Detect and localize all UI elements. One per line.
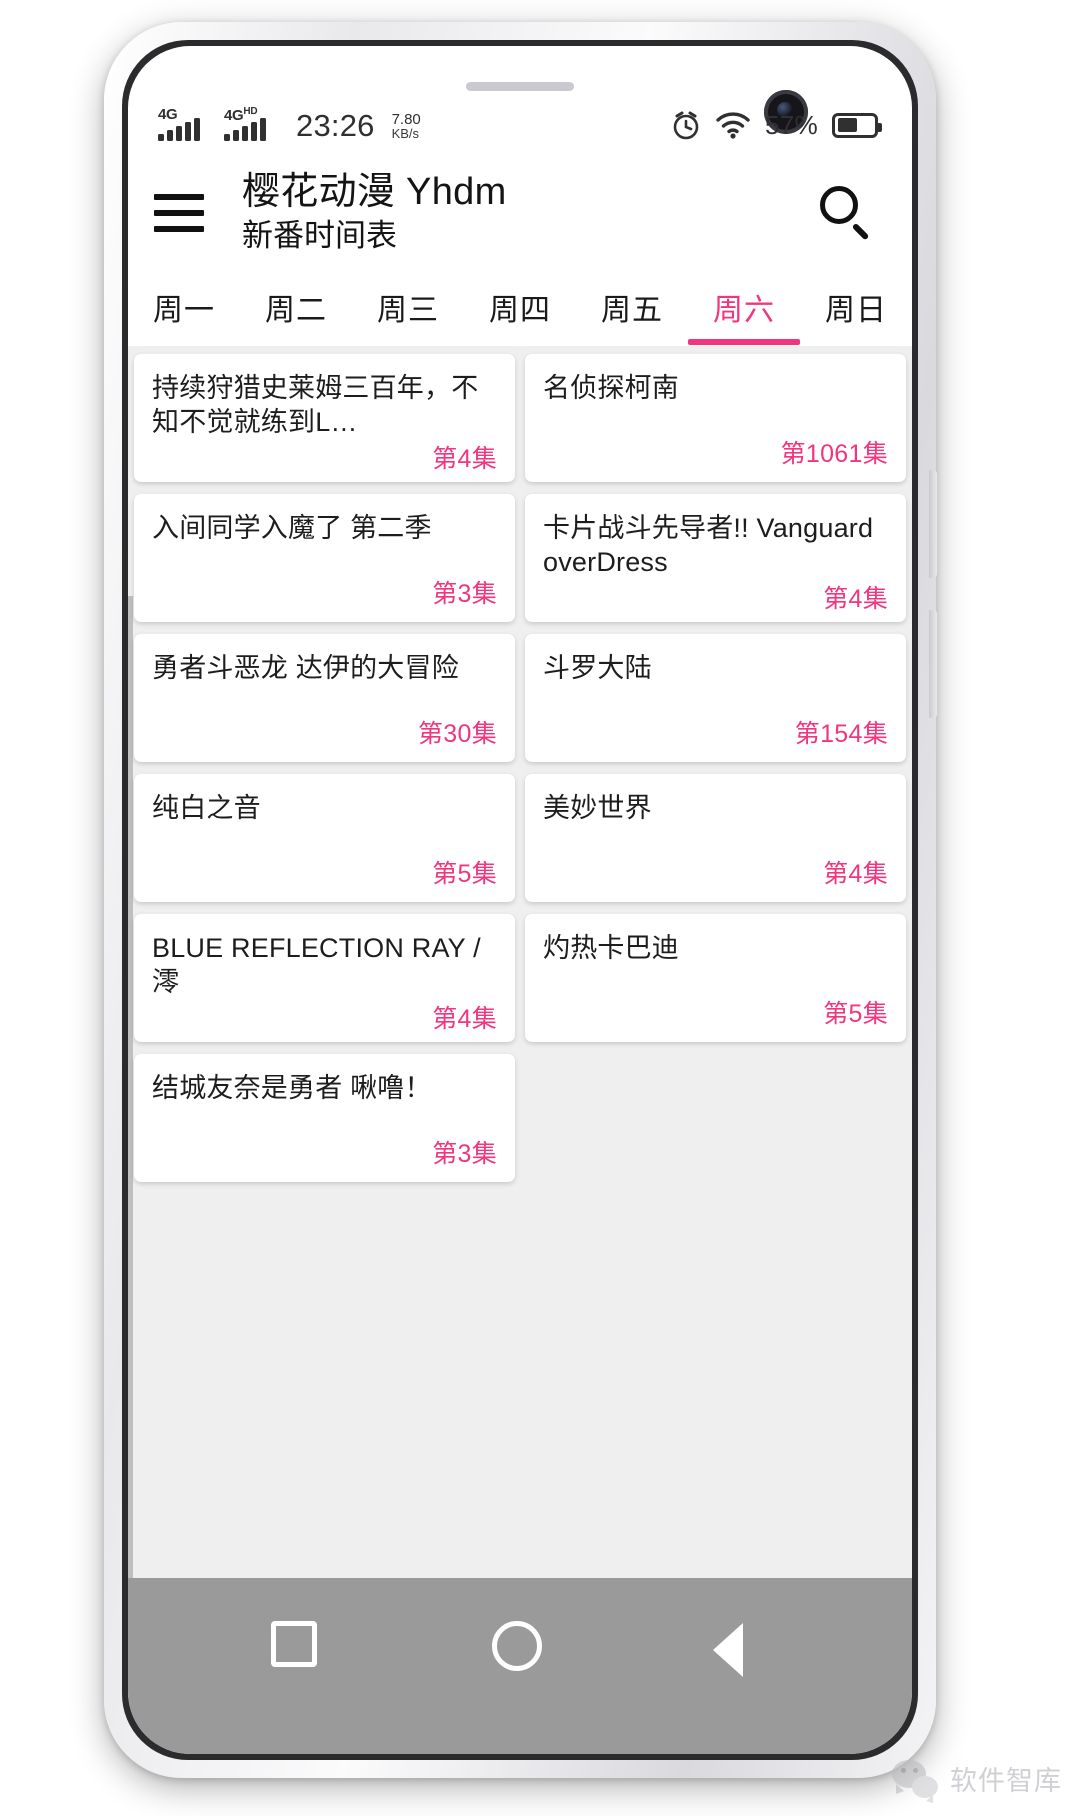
page-title: 樱花动漫 Yhdm — [242, 170, 507, 213]
tab-label: 周五 — [601, 293, 663, 327]
triangle-back-icon[interactable] — [713, 1621, 769, 1677]
circle-home-icon[interactable] — [491, 1621, 548, 1677]
weekday-tab-bar: 周一 周二 周三 周四 周五 周六 周日 — [128, 268, 912, 346]
battery-icon — [832, 112, 882, 138]
tab-monday[interactable]: 周一 — [128, 268, 240, 345]
episode-badge: 第1061集 — [780, 440, 888, 468]
anime-card[interactable]: 持续狩猎史莱姆三百年，不知不觉就练到L… 第4集 — [134, 354, 515, 482]
anime-card[interactable]: 灼热卡巴迪 第5集 — [525, 914, 906, 1042]
phone-screen: 4G 4GHD 23:26 7.80 KB/s 57% 樱花动漫 Yhdm 新番… — [128, 46, 912, 1754]
tab-tuesday[interactable]: 周二 — [240, 268, 352, 345]
episode-badge: 第4集 — [432, 445, 497, 474]
network-speed-unit: KB/s — [391, 126, 420, 142]
anime-card[interactable]: 名侦探柯南 第1061集 — [525, 354, 906, 482]
status-bar-left: 4G 4GHD 23:26 7.80 KB/s — [158, 106, 421, 143]
network-speed-value: 7.80 — [391, 110, 421, 128]
tab-sunday[interactable]: 周日 — [800, 268, 912, 345]
anime-card[interactable]: BLUE REFLECTION RAY / 澪 第4集 — [134, 914, 515, 1042]
volume-down-hardware-button[interactable] — [929, 610, 937, 718]
episode-badge: 第30集 — [417, 720, 497, 748]
wifi-icon — [716, 112, 750, 139]
network-hd-badge: HD — [243, 106, 258, 117]
battery-percentage-label: 57% — [765, 109, 818, 140]
app-bar: 樱花动漫 Yhdm 新番时间表 — [128, 158, 912, 268]
page-subtitle: 新番时间表 — [242, 217, 397, 253]
empty-grid-slot — [525, 1054, 906, 1182]
tab-label: 周三 — [377, 293, 439, 327]
anime-title: 斗罗大陆 — [543, 653, 652, 683]
signal-indicator-sim1: 4G — [158, 107, 214, 141]
anime-title: 纯白之音 — [152, 793, 261, 823]
tab-label: 周日 — [825, 293, 887, 327]
episode-badge: 第4集 — [823, 585, 888, 614]
hamburger-menu-icon[interactable] — [154, 182, 216, 244]
network-speed-indicator: 7.80 KB/s — [391, 110, 421, 142]
wechat-icon — [892, 1759, 938, 1803]
signal-bars-sim2 — [224, 118, 266, 141]
anime-title: 美妙世界 — [543, 793, 652, 823]
alarm-clock-icon — [673, 111, 699, 140]
anime-card[interactable]: 入间同学入魔了 第二季 第3集 — [134, 494, 515, 622]
episode-badge: 第5集 — [432, 860, 497, 888]
search-icon[interactable] — [812, 180, 878, 246]
anime-title: 灼热卡巴迪 — [543, 933, 679, 963]
page-canvas: 4G 4GHD 23:26 7.80 KB/s 57% 樱花动漫 Yhdm 新番… — [0, 0, 1080, 1816]
signal-bars-sim1 — [158, 118, 200, 141]
tab-label: 周一 — [153, 293, 215, 327]
anime-title: BLUE REFLECTION RAY / 澪 — [152, 933, 481, 998]
watermark: 软件智库 — [892, 1759, 1062, 1803]
episode-badge: 第154集 — [794, 720, 888, 748]
anime-card[interactable]: 卡片战斗先导者!! Vanguard overDress 第4集 — [525, 494, 906, 622]
anime-title: 卡片战斗先导者!! Vanguard overDress — [543, 513, 874, 578]
episode-badge: 第4集 — [823, 860, 888, 888]
tab-friday[interactable]: 周五 — [576, 268, 688, 345]
title-block: 樱花动漫 Yhdm 新番时间表 — [242, 170, 507, 254]
anime-card[interactable]: 纯白之音 第5集 — [134, 774, 515, 902]
status-bar: 4G 4GHD 23:26 7.80 KB/s 57% — [128, 98, 912, 152]
anime-card[interactable]: 勇者斗恶龙 达伊的大冒险 第30集 — [134, 634, 515, 762]
anime-card[interactable]: 美妙世界 第4集 — [525, 774, 906, 902]
tab-saturday[interactable]: 周六 — [688, 268, 800, 345]
anime-title: 名侦探柯南 — [543, 373, 679, 403]
episode-badge: 第5集 — [823, 1000, 888, 1028]
anime-title: 入间同学入魔了 第二季 — [152, 513, 432, 543]
scrollbar-track[interactable] — [128, 596, 133, 1578]
earpiece-speaker — [466, 82, 574, 91]
anime-title: 持续狩猎史莱姆三百年，不知不觉就练到L… — [152, 373, 479, 438]
anime-card[interactable]: 斗罗大陆 第154集 — [525, 634, 906, 762]
episode-badge: 第3集 — [432, 1140, 497, 1168]
tab-label: 周四 — [489, 293, 551, 327]
anime-title: 勇者斗恶龙 达伊的大冒险 — [152, 653, 459, 683]
anime-schedule-list: 持续狩猎史莱姆三百年，不知不觉就练到L… 第4集 名侦探柯南 第1061集 入间… — [128, 346, 912, 1578]
status-bar-clock: 23:26 — [296, 108, 375, 143]
tab-wednesday[interactable]: 周三 — [352, 268, 464, 345]
episode-badge: 第4集 — [432, 1005, 497, 1034]
tab-thursday[interactable]: 周四 — [464, 268, 576, 345]
tab-label: 周六 — [713, 293, 775, 327]
anime-card[interactable]: 结城友奈是勇者 啾噜！ 第3集 — [134, 1054, 515, 1182]
status-bar-right: 57% — [671, 109, 882, 141]
tab-label: 周二 — [265, 293, 327, 327]
watermark-text: 软件智库 — [950, 1766, 1062, 1796]
anime-card-grid: 持续狩猎史莱姆三百年，不知不觉就练到L… 第4集 名侦探柯南 第1061集 入间… — [134, 354, 906, 1182]
volume-up-hardware-button[interactable] — [929, 470, 937, 578]
anime-title: 结城友奈是勇者 啾噜！ — [152, 1073, 432, 1103]
signal-indicator-sim2: 4GHD — [224, 106, 280, 141]
square-recents-icon[interactable] — [270, 1621, 327, 1677]
episode-badge: 第3集 — [432, 580, 497, 608]
android-navigation-bar — [128, 1578, 912, 1754]
